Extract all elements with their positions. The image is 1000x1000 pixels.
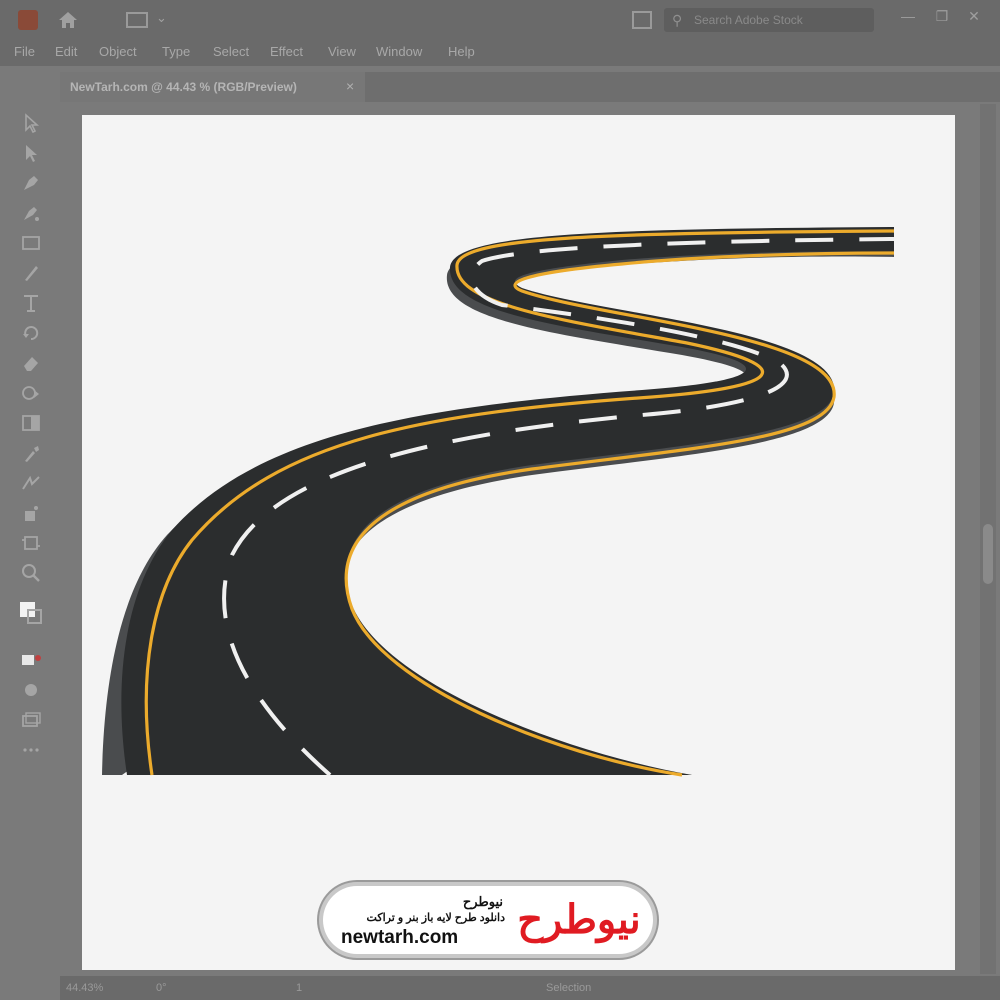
rectangle-tool-icon[interactable] <box>20 232 42 254</box>
menu-type[interactable]: Type <box>162 44 190 59</box>
menu-help[interactable]: Help <box>448 44 475 59</box>
blend-tool-icon[interactable] <box>20 472 42 494</box>
zoom-level[interactable]: 44.43% <box>66 982 103 994</box>
zoom-tool-icon[interactable] <box>20 562 42 584</box>
logo-url: newtarh.com <box>341 927 459 948</box>
tools-panel <box>10 104 52 764</box>
close-icon[interactable]: ✕ <box>964 6 984 26</box>
logo-persian-subtitle: دانلود طرح لایه باز بنر و تراکت <box>366 912 505 924</box>
menu-edit[interactable]: Edit <box>55 44 77 59</box>
fill-stroke-icon[interactable] <box>20 602 42 624</box>
menu-object[interactable]: Object <box>99 44 137 59</box>
gradient-tool-icon[interactable] <box>20 412 42 434</box>
type-tool-icon[interactable] <box>20 292 42 314</box>
shape-builder-tool-icon[interactable] <box>20 382 42 404</box>
direct-selection-tool-icon[interactable] <box>20 142 42 164</box>
home-icon[interactable] <box>56 8 80 32</box>
search-stock-input[interactable]: ⚲ Search Adobe Stock <box>664 8 874 32</box>
screen-mode-icon[interactable] <box>20 679 42 701</box>
search-icon: ⚲ <box>672 12 683 28</box>
document-tab-title: NewTarh.com @ 44.43 % (RGB/Preview) <box>70 80 297 94</box>
rotation-value[interactable]: 0° <box>156 982 167 994</box>
logo-mark-text: نیوطرح <box>517 898 641 942</box>
symbol-sprayer-tool-icon[interactable] <box>20 502 42 524</box>
paintbrush-tool-icon[interactable] <box>20 262 42 284</box>
newtarh-watermark-logo: نیوطرح دانلود طرح لایه باز بنر و تراکت n… <box>323 886 653 954</box>
app-bar: ⌄ ⚲ Search Adobe Stock — ❐ ✕ <box>0 0 1000 40</box>
menu-bar: File Edit Object Type Select Effect View… <box>0 40 1000 66</box>
illustrator-logo-icon <box>18 10 38 30</box>
illustrator-window: ⌄ ⚲ Search Adobe Stock — ❐ ✕ File Edit O… <box>0 0 1000 1000</box>
arrange-documents-icon[interactable] <box>632 11 652 29</box>
document-tab[interactable]: NewTarh.com @ 44.43 % (RGB/Preview) × <box>60 72 365 102</box>
close-tab-icon[interactable]: × <box>346 78 354 94</box>
logo-persian-title: نیوطرح <box>462 894 503 909</box>
document-tab-strip: NewTarh.com @ 44.43 % (RGB/Preview) × <box>60 72 1000 102</box>
selection-tool-icon[interactable] <box>20 112 42 134</box>
menu-window[interactable]: Window <box>376 44 422 59</box>
curvature-tool-icon[interactable] <box>20 202 42 224</box>
menu-file[interactable]: File <box>14 44 35 59</box>
more-tools-icon[interactable] <box>20 739 42 761</box>
artboard-tool-icon[interactable] <box>20 532 42 554</box>
artboard-number[interactable]: 1 <box>296 982 302 994</box>
menu-effect[interactable]: Effect <box>270 44 303 59</box>
menu-view[interactable]: View <box>328 44 356 59</box>
drawing-modes-icon[interactable] <box>20 649 42 671</box>
chevron-down-icon[interactable]: ⌄ <box>156 10 167 26</box>
status-bar: 44.43% 0° 1 Selection <box>60 976 1000 1000</box>
logo-mark: نیوطرح <box>511 892 647 948</box>
pen-tool-icon[interactable] <box>20 172 42 194</box>
menu-select[interactable]: Select <box>213 44 249 59</box>
edit-toolbar-icon[interactable] <box>20 709 42 731</box>
road-surface <box>121 227 894 775</box>
eraser-tool-icon[interactable] <box>20 352 42 374</box>
search-placeholder: Search Adobe Stock <box>694 13 803 27</box>
restore-icon[interactable]: ❐ <box>932 6 952 26</box>
current-tool-name: Selection <box>546 982 592 994</box>
minimize-icon[interactable]: — <box>898 6 918 26</box>
winding-road-illustration <box>102 227 895 777</box>
scrollbar-thumb[interactable] <box>983 524 993 584</box>
workspace-switcher-icon[interactable] <box>126 12 148 28</box>
rotate-tool-icon[interactable] <box>20 322 42 344</box>
vertical-scrollbar[interactable] <box>980 104 996 974</box>
eyedropper-tool-icon[interactable] <box>20 442 42 464</box>
